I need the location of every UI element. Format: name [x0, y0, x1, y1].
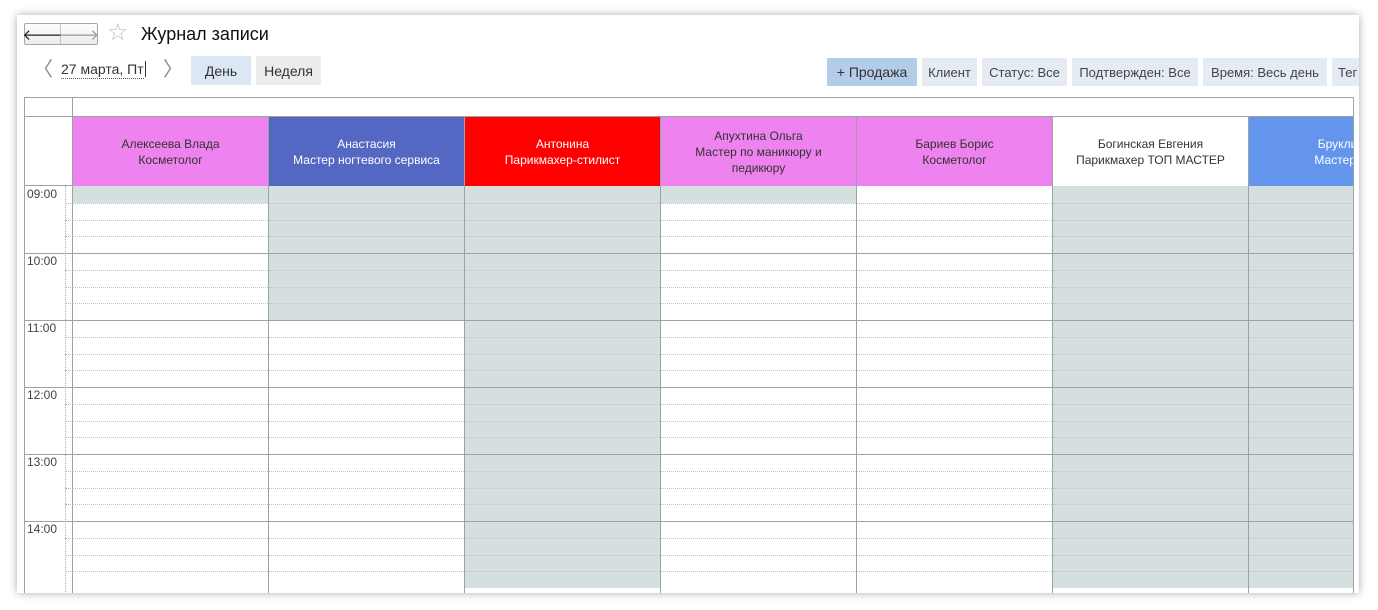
client-filter-button[interactable]: Клиент	[922, 58, 977, 86]
staff-role: Парикмахер-стилист	[504, 152, 621, 167]
staff-name: Алексеева Влада	[121, 136, 220, 151]
schedule-grid: Алексеева Влада Косметолог Анастасия Мастер…	[24, 97, 1354, 593]
title-bar: 🡐 🡒 ☆ Журнал записи	[17, 15, 1359, 51]
staff-header[interactable]: Анастасия Мастер ногтевого сервиса	[269, 117, 465, 186]
staff-header[interactable]: Апухтина Ольга Мастер по маникюру и педик…	[661, 117, 857, 186]
time-column: 09:00 10:00 11:00 12:00 13:00 14:00	[25, 186, 73, 593]
staff-role: Косметолог	[138, 152, 203, 167]
staff-name: Бариев Борис	[915, 136, 994, 151]
staff-role: Мастер уни	[1314, 152, 1354, 167]
staff-schedule-column[interactable]	[73, 186, 269, 593]
journal-window: 🡐 🡒 ☆ Журнал записи 〈 27 марта, Пт 〉 Ден…	[17, 15, 1359, 593]
time-filter-button[interactable]: Время: Весь день	[1203, 58, 1327, 86]
sale-button[interactable]: + Продажа	[827, 58, 917, 86]
staff-role: Мастер ногтевого сервиса	[293, 152, 440, 167]
grid-corner	[25, 117, 73, 186]
time-label: 09:00	[27, 187, 58, 201]
grid-top-strip	[25, 98, 1353, 117]
staff-role: Мастер по маникюру и педикюру	[695, 144, 822, 175]
staff-name: Бруклин А	[1317, 136, 1353, 151]
time-label: 13:00	[27, 455, 58, 469]
staff-name: Богинская Евгения	[1097, 136, 1204, 151]
staff-schedule-column[interactable]	[1249, 186, 1353, 593]
unavailable-block	[73, 186, 268, 203]
page-title: Журнал записи	[141, 24, 269, 44]
tag-filter-button[interactable]: Тег	[1332, 58, 1359, 86]
week-view-button[interactable]: Неделя	[256, 56, 321, 85]
staff-header[interactable]: Антонина Парикмахер-стилист	[465, 117, 661, 186]
confirmed-filter-button[interactable]: Подтвержден: Все	[1072, 58, 1198, 86]
staff-schedule-column[interactable]	[269, 186, 465, 593]
forward-arrow-icon[interactable]: 🡒	[59, 24, 99, 44]
staff-role: Косметолог	[922, 152, 987, 167]
staff-header[interactable]: Богинская Евгения Парикмахер ТОП МАСТЕР	[1053, 117, 1249, 186]
staff-schedule-column[interactable]	[661, 186, 857, 593]
status-filter-button[interactable]: Статус: Все	[982, 58, 1067, 86]
time-label: 10:00	[27, 254, 58, 268]
day-view-button[interactable]: День	[191, 56, 251, 85]
staff-name: Анастасия	[337, 136, 396, 151]
next-day-chevron-icon[interactable]: 〉	[163, 59, 183, 81]
staff-header-row: Алексеева Влада Косметолог Анастасия Мастер…	[25, 117, 1353, 186]
staff-name: Апухтина Ольга	[714, 128, 803, 143]
history-nav: 🡐 🡒	[22, 23, 99, 45]
staff-role: Парикмахер ТОП МАСТЕР	[1076, 152, 1225, 167]
staff-header[interactable]: Бруклин АМастер уни	[1249, 117, 1354, 186]
time-label: 12:00	[27, 388, 58, 402]
time-label: 14:00	[27, 522, 58, 536]
back-arrow-icon[interactable]: 🡐	[22, 24, 63, 44]
prev-day-chevron-icon[interactable]: 〈	[33, 59, 53, 81]
time-label: 11:00	[27, 321, 57, 335]
staff-header[interactable]: Бариев Борис Косметолог	[857, 117, 1053, 186]
staff-schedule-column[interactable]	[465, 186, 661, 593]
staff-schedule-column[interactable]	[857, 186, 1053, 593]
date-field[interactable]: 27 марта, Пт	[61, 61, 146, 79]
staff-schedule-column[interactable]	[1053, 186, 1249, 593]
favorite-star-icon[interactable]: ☆	[107, 20, 129, 46]
staff-name: Антонина	[535, 136, 590, 151]
unavailable-block	[661, 186, 856, 203]
staff-header[interactable]: Алексеева Влада Косметолог	[73, 117, 269, 186]
schedule-body: 09:00 10:00 11:00 12:00 13:00 14:00	[25, 186, 1353, 593]
